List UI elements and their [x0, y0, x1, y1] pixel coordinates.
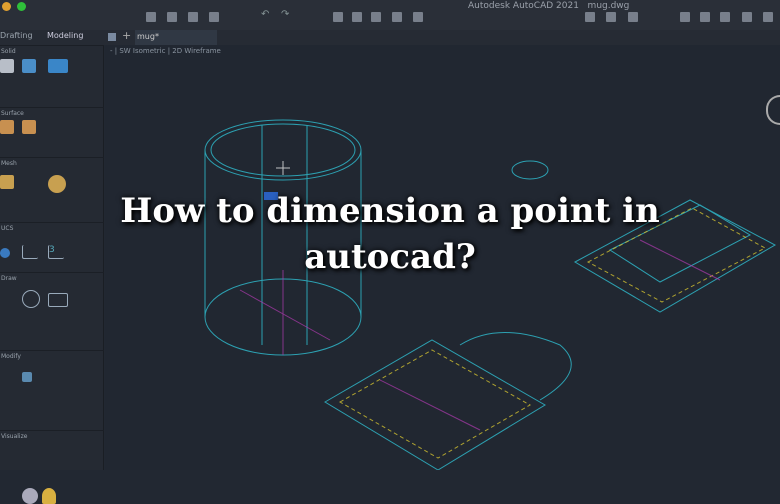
view-label: SW Isometric [119, 47, 166, 55]
panel-solid: Solid [0, 45, 104, 107]
maximize-button[interactable] [17, 2, 26, 11]
cylinder-icon[interactable] [22, 59, 36, 73]
tab-row [0, 30, 780, 45]
grid-icon[interactable] [108, 33, 116, 41]
share-icon[interactable] [413, 12, 423, 22]
sheets-icon[interactable] [742, 12, 752, 22]
properties-icon[interactable] [680, 12, 690, 22]
move-icon[interactable] [22, 372, 32, 382]
orbit-icon[interactable] [628, 12, 638, 22]
undo-icon[interactable]: ↶ [261, 9, 271, 20]
panel-draw: Draw [0, 272, 104, 350]
new-tab-icon[interactable]: + [122, 29, 131, 42]
panel-modify: Modify [0, 350, 104, 430]
mesh-box-icon[interactable] [0, 175, 14, 189]
redo-icon[interactable]: ↷ [281, 9, 291, 20]
minimize-button[interactable] [2, 2, 11, 11]
print-icon[interactable] [371, 12, 381, 22]
extrude-icon[interactable] [48, 59, 68, 73]
network-surface-icon[interactable] [0, 120, 14, 134]
app-title: Autodesk AutoCAD 2021 mug.dwg [468, 1, 630, 11]
tab-drafting[interactable]: Drafting [0, 31, 33, 40]
plot-icon[interactable] [333, 12, 343, 22]
save-icon[interactable] [188, 12, 198, 22]
zoom-icon[interactable] [585, 12, 595, 22]
loft-surface-icon[interactable] [22, 120, 36, 134]
save-as-icon[interactable] [209, 12, 219, 22]
visual-style-label: 2D Wireframe [172, 47, 221, 55]
tab-modeling[interactable]: Modeling [47, 31, 83, 40]
plate-bottom [324, 339, 546, 470]
panel-visualize: Visualize [0, 430, 104, 470]
rectangle-icon[interactable] [48, 293, 68, 307]
blocks-icon[interactable] [720, 12, 730, 22]
layers-icon[interactable] [700, 12, 710, 22]
box-icon[interactable] [0, 59, 14, 73]
title-bar: Autodesk AutoCAD 2021 mug.dwg ↶ ↷ [0, 0, 780, 30]
publish-icon[interactable] [352, 12, 362, 22]
viewport-controls[interactable]: - | SW Isometric | 2D Wireframe [110, 47, 221, 55]
overlay-title: How to dimension a point in autocad? [120, 191, 660, 277]
palettes-icon[interactable] [763, 12, 773, 22]
small-ellipse [511, 160, 549, 180]
layout-icon[interactable] [392, 12, 402, 22]
panel-surface: Surface [0, 107, 104, 157]
material-icon[interactable] [22, 488, 38, 504]
open-icon[interactable] [167, 12, 177, 22]
light-icon[interactable] [42, 488, 56, 504]
pan-icon[interactable] [606, 12, 616, 22]
new-icon[interactable] [146, 12, 156, 22]
document-tab[interactable]: mug* [135, 30, 217, 45]
circle-icon[interactable] [22, 290, 40, 308]
